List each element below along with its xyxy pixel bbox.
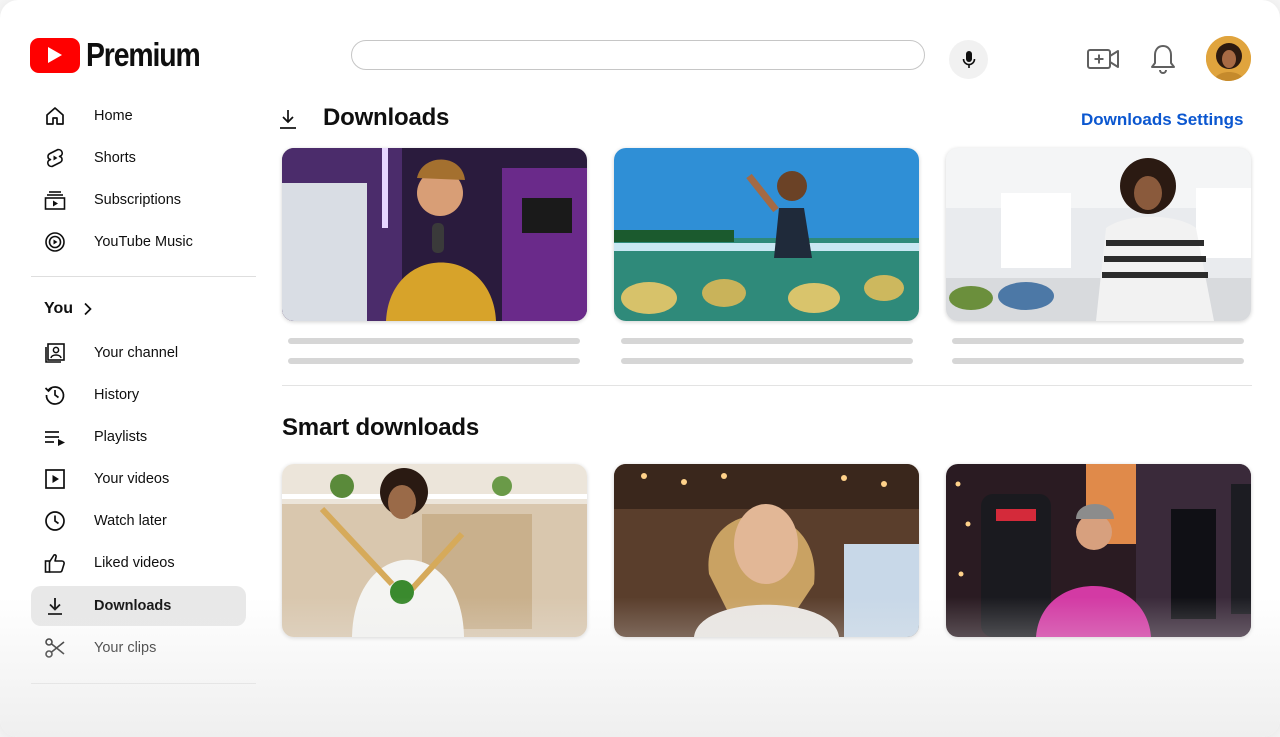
channel-icon [44,342,66,364]
sidebar-item-your-clips[interactable]: Your clips [31,628,246,668]
sidebar-item-subscriptions[interactable]: Subscriptions [31,180,246,220]
sidebar-item-label: History [94,387,140,403]
sidebar-item-label: Liked videos [94,555,175,571]
sidebar-item-label: Subscriptions [94,192,182,208]
video-thumbnail[interactable] [282,148,587,321]
voice-search-button[interactable] [949,40,988,79]
title-placeholder [621,338,913,344]
youtube-logo-icon [30,37,80,73]
sidebar-item-your-videos[interactable]: Your videos [31,459,246,499]
playlists-icon [44,426,66,448]
sidebar-item-label: Home [94,108,133,124]
youtube-premium-logo[interactable]: Premium [30,36,218,74]
download-icon [44,595,66,617]
your-videos-icon [44,468,66,490]
section-divider [282,385,1252,386]
sidebar-item-youtube-music[interactable]: YouTube Music [31,222,246,262]
video-thumbnail[interactable] [946,148,1251,321]
search-input[interactable] [351,40,925,70]
thumbnail-image [946,148,1251,321]
sidebar-item-label: Watch later [94,513,167,529]
avatar-image [1206,36,1251,81]
thumbnail-image [614,464,919,637]
metadata-placeholder [952,358,1244,364]
sidebar-item-label: Shorts [94,150,136,166]
watch-later-icon [44,510,66,532]
sidebar-item-liked-videos[interactable]: Liked videos [31,543,246,583]
music-icon [44,231,66,253]
account-avatar[interactable] [1206,36,1251,81]
metadata-placeholder [621,358,913,364]
video-thumbnail[interactable] [614,148,919,321]
sidebar-item-label: Downloads [94,598,172,614]
video-thumbnail[interactable] [282,464,587,637]
sidebar-item-label: Your videos [94,471,170,487]
metadata-placeholder [288,358,580,364]
notifications-button[interactable] [1148,42,1178,76]
you-section-header[interactable]: You [44,300,93,318]
sidebar-item-home[interactable]: Home [31,96,246,136]
sidebar-divider [31,276,256,277]
sidebar-item-your-channel[interactable]: Your channel [31,333,246,373]
smart-downloads-title: Smart downloads [282,414,480,441]
sidebar-item-label: YouTube Music [94,234,193,250]
home-icon [44,105,66,127]
bell-icon [1151,45,1175,74]
scissors-icon [44,637,66,659]
sidebar-item-downloads[interactable]: Downloads [31,586,246,626]
sidebar-item-label: Your clips [94,640,157,656]
create-video-icon [1087,49,1119,69]
microphone-icon [962,50,975,68]
chevron-right-icon [84,302,92,316]
sidebar-item-history[interactable]: History [31,375,246,415]
video-thumbnail[interactable] [946,464,1251,637]
thumbnail-image [946,464,1251,637]
sidebar-item-watch-later[interactable]: Watch later [31,501,246,541]
title-placeholder [288,338,580,344]
video-thumbnail[interactable] [614,464,919,637]
history-icon [44,384,66,406]
shorts-icon [44,147,66,169]
thumbnail-image [614,148,919,321]
sidebar-item-shorts[interactable]: Shorts [31,138,246,178]
thumbnail-image [282,464,587,637]
title-placeholder [952,338,1244,344]
create-button[interactable] [1085,44,1121,74]
downloads-heading-icon [278,108,298,135]
sidebar-item-label: Your channel [94,345,179,361]
subscriptions-icon [44,189,66,211]
thumbnail-image [282,148,587,321]
you-label: You [44,300,74,317]
like-icon [44,552,66,574]
page-title: Downloads [323,104,450,131]
app-window: Premium Home Shorts Subscriptions YouTub… [0,0,1280,737]
sidebar-divider [31,683,256,684]
sidebar-item-playlists[interactable]: Playlists [31,417,246,457]
sidebar-item-label: Playlists [94,429,148,445]
downloads-settings-link[interactable]: Downloads Settings [1081,110,1243,130]
brand-name: Premium [86,36,201,73]
